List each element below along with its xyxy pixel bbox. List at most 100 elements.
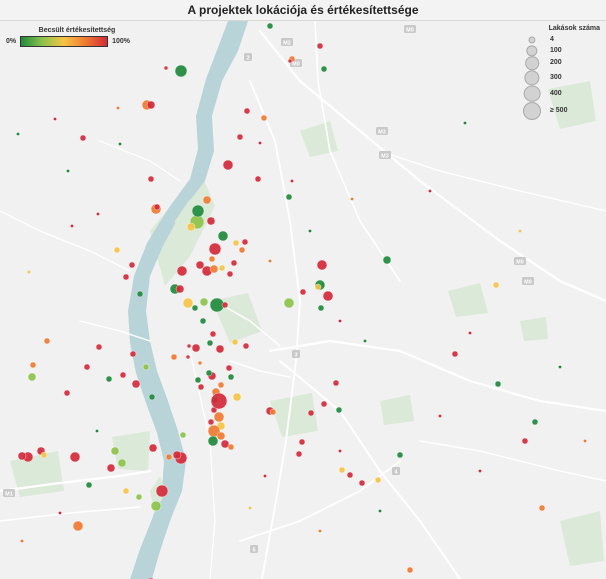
project-marker[interactable]	[122, 273, 130, 281]
project-marker[interactable]	[518, 229, 522, 233]
project-marker[interactable]	[478, 469, 482, 473]
project-marker[interactable]	[197, 383, 205, 391]
project-marker[interactable]	[314, 283, 322, 291]
project-marker[interactable]	[27, 270, 31, 274]
project-marker[interactable]	[53, 117, 57, 121]
project-marker[interactable]	[316, 42, 324, 50]
project-marker[interactable]	[17, 451, 27, 461]
project-marker[interactable]	[95, 343, 103, 351]
project-marker[interactable]	[378, 509, 382, 513]
project-marker[interactable]	[308, 229, 312, 233]
project-marker[interactable]	[66, 169, 70, 173]
project-marker[interactable]	[153, 203, 161, 211]
project-marker[interactable]	[135, 493, 143, 501]
project-marker[interactable]	[232, 392, 242, 402]
project-marker[interactable]	[463, 121, 467, 125]
project-marker[interactable]	[179, 431, 187, 439]
project-marker[interactable]	[113, 246, 121, 254]
project-marker[interactable]	[16, 132, 20, 136]
project-marker[interactable]	[295, 450, 303, 458]
project-marker[interactable]	[322, 290, 334, 302]
project-marker[interactable]	[558, 365, 562, 369]
project-marker[interactable]	[451, 350, 459, 358]
project-marker[interactable]	[220, 439, 230, 449]
project-marker[interactable]	[374, 476, 382, 484]
project-marker[interactable]	[128, 261, 136, 269]
project-marker[interactable]	[207, 435, 219, 447]
project-marker[interactable]	[316, 259, 328, 271]
project-marker[interactable]	[221, 301, 229, 309]
project-marker[interactable]	[583, 439, 587, 443]
project-marker[interactable]	[217, 230, 229, 242]
project-marker[interactable]	[20, 539, 24, 543]
project-marker[interactable]	[346, 471, 354, 479]
project-marker[interactable]	[232, 239, 240, 247]
project-marker[interactable]	[299, 288, 307, 296]
project-marker[interactable]	[318, 529, 322, 533]
project-marker[interactable]	[155, 484, 169, 498]
project-marker[interactable]	[136, 290, 144, 298]
project-marker[interactable]	[396, 451, 404, 459]
project-marker[interactable]	[95, 429, 99, 433]
project-marker[interactable]	[191, 304, 199, 312]
project-marker[interactable]	[150, 500, 162, 512]
project-marker[interactable]	[254, 175, 262, 183]
project-marker[interactable]	[191, 204, 205, 218]
project-marker[interactable]	[83, 363, 91, 371]
project-marker[interactable]	[195, 260, 205, 270]
project-marker[interactable]	[492, 281, 500, 289]
project-marker[interactable]	[283, 297, 295, 309]
project-marker[interactable]	[263, 474, 267, 478]
project-marker[interactable]	[317, 304, 325, 312]
project-marker[interactable]	[266, 22, 274, 30]
project-marker[interactable]	[216, 431, 226, 441]
project-marker[interactable]	[96, 212, 100, 216]
project-marker[interactable]	[63, 389, 71, 397]
project-marker[interactable]	[538, 504, 546, 512]
project-marker[interactable]	[225, 364, 233, 372]
project-marker[interactable]	[382, 255, 392, 265]
project-marker[interactable]	[85, 481, 93, 489]
project-marker[interactable]	[468, 331, 472, 335]
project-marker[interactable]	[521, 437, 529, 445]
project-marker[interactable]	[176, 265, 188, 277]
project-marker[interactable]	[199, 297, 209, 307]
project-marker[interactable]	[199, 317, 207, 325]
project-marker[interactable]	[298, 438, 306, 446]
project-marker[interactable]	[338, 319, 342, 323]
project-marker[interactable]	[40, 451, 48, 459]
project-marker[interactable]	[290, 179, 294, 183]
project-marker[interactable]	[258, 141, 262, 145]
project-marker[interactable]	[70, 224, 74, 228]
project-marker[interactable]	[209, 264, 219, 274]
project-marker[interactable]	[43, 337, 51, 345]
project-marker[interactable]	[58, 511, 62, 515]
project-marker[interactable]	[170, 353, 178, 361]
project-marker[interactable]	[350, 197, 354, 201]
project-marker[interactable]	[269, 408, 277, 416]
project-marker[interactable]	[222, 159, 234, 171]
project-marker[interactable]	[335, 406, 343, 414]
project-marker[interactable]	[241, 238, 249, 246]
project-marker[interactable]	[146, 100, 156, 110]
project-marker[interactable]	[227, 443, 235, 451]
project-marker[interactable]	[129, 350, 137, 358]
project-marker[interactable]	[307, 409, 315, 417]
project-marker[interactable]	[27, 372, 37, 382]
project-marker[interactable]	[79, 134, 87, 142]
project-marker[interactable]	[236, 133, 244, 141]
project-marker[interactable]	[191, 343, 201, 353]
project-marker[interactable]	[494, 380, 502, 388]
project-marker[interactable]	[202, 195, 212, 205]
project-marker[interactable]	[231, 338, 239, 346]
project-marker[interactable]	[406, 566, 414, 574]
project-marker[interactable]	[208, 242, 222, 256]
project-marker[interactable]	[131, 379, 141, 389]
project-marker[interactable]	[227, 373, 235, 381]
project-marker[interactable]	[332, 379, 340, 387]
project-marker[interactable]	[338, 466, 346, 474]
project-marker[interactable]	[217, 381, 225, 389]
project-marker[interactable]	[213, 411, 225, 423]
project-marker[interactable]	[358, 479, 366, 487]
project-marker[interactable]	[165, 453, 173, 461]
